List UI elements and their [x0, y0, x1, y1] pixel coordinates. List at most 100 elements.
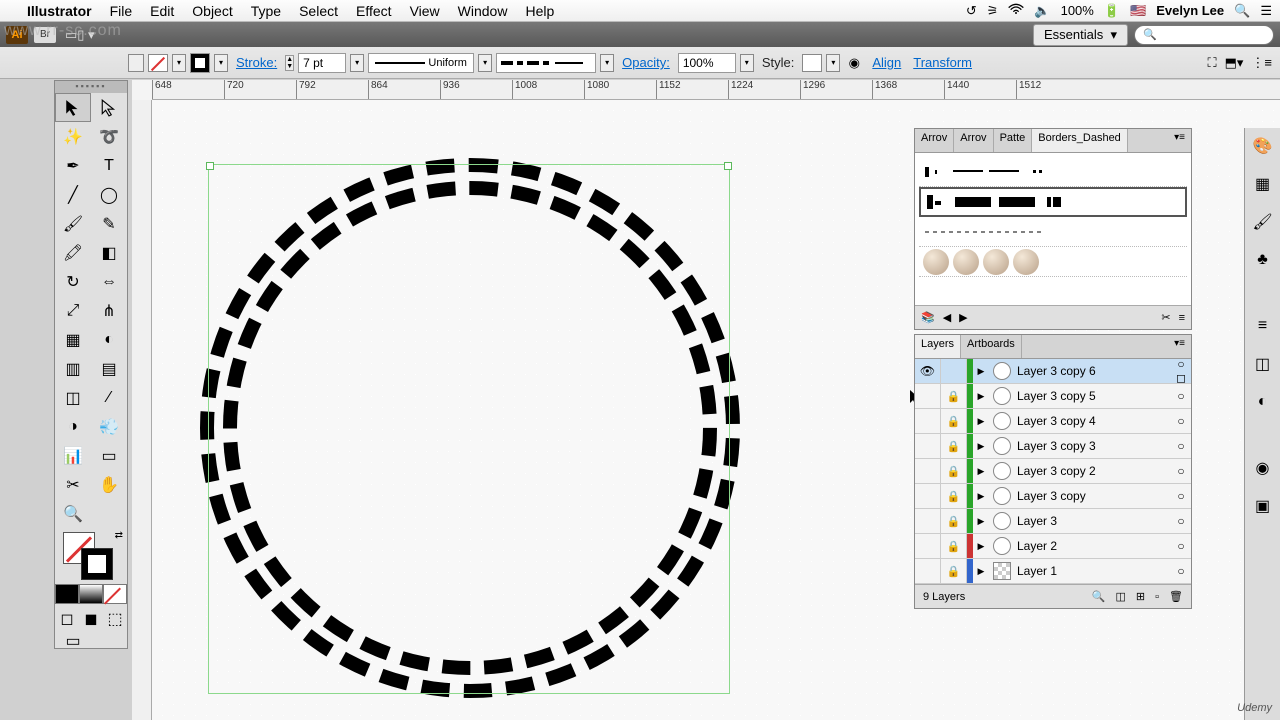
fill-stroke-control[interactable]: ⇄: [55, 528, 127, 584]
panel-menu-icon[interactable]: ▾≡: [1168, 335, 1191, 358]
pen-tool[interactable]: ✒: [55, 151, 91, 180]
lasso-tool[interactable]: ➰: [91, 122, 127, 151]
user-name[interactable]: Evelyn Lee: [1156, 3, 1224, 18]
more-icon[interactable]: ⋮≡: [1251, 55, 1272, 71]
new-sublayer-icon[interactable]: ⊞: [1136, 590, 1145, 603]
brush-next-icon[interactable]: ▶: [959, 311, 967, 324]
disclosure-icon[interactable]: ▶: [973, 416, 989, 427]
target-icon[interactable]: ○: [1171, 514, 1191, 528]
disclosure-icon[interactable]: ▶: [973, 566, 989, 577]
history-icon[interactable]: ↺: [966, 3, 977, 19]
transparency-panel-icon[interactable]: ◐: [1253, 392, 1273, 412]
visibility-toggle[interactable]: [915, 434, 941, 458]
panel-menu2-icon[interactable]: ≡: [1179, 312, 1185, 324]
menu-help[interactable]: Help: [516, 3, 563, 19]
layer-name[interactable]: Layer 3 copy 3: [1015, 439, 1171, 453]
stroke-swatch[interactable]: [190, 53, 210, 73]
brush-list[interactable]: [915, 153, 1191, 305]
bluetooth-icon[interactable]: ⚞: [987, 3, 999, 19]
visibility-toggle[interactable]: [915, 459, 941, 483]
menu-view[interactable]: View: [401, 3, 449, 19]
lock-toggle[interactable]: 🔒: [941, 384, 967, 408]
tab-arrow1[interactable]: Arrov: [915, 129, 954, 152]
tab-borders-dashed[interactable]: Borders_Dashed: [1032, 129, 1128, 152]
symbol-sprayer-tool[interactable]: 💨: [91, 412, 127, 441]
style-swatch[interactable]: [802, 54, 822, 72]
color-mode-solid[interactable]: [55, 584, 79, 604]
magic-wand-tool[interactable]: ✨: [55, 122, 91, 151]
stroke-label[interactable]: Stroke:: [232, 55, 281, 70]
target-icon[interactable]: ○: [1171, 539, 1191, 553]
panel-menu-icon[interactable]: ▾≡: [1168, 129, 1191, 152]
visibility-toggle[interactable]: [915, 509, 941, 533]
lock-toggle[interactable]: 🔒: [941, 534, 967, 558]
transform-link[interactable]: Transform: [909, 55, 976, 70]
layer-name[interactable]: Layer 2: [1015, 539, 1171, 553]
layer-row[interactable]: 🔒▶Layer 3○: [915, 509, 1191, 534]
tab-artboards[interactable]: Artboards: [961, 335, 1022, 358]
screen-mode[interactable]: ▭: [55, 626, 91, 655]
layer-row[interactable]: 🔒▶Layer 3 copy 2○: [915, 459, 1191, 484]
rotate-tool[interactable]: ↻: [55, 267, 91, 296]
perspective-tool[interactable]: ▥: [55, 354, 91, 383]
stroke-indicator[interactable]: [81, 548, 113, 580]
free-transform-tool[interactable]: ▦: [55, 325, 91, 354]
layer-name[interactable]: Layer 3 copy 4: [1015, 414, 1171, 428]
brush-row-selected[interactable]: [919, 187, 1187, 217]
menu-select[interactable]: Select: [290, 3, 347, 19]
visibility-toggle[interactable]: [915, 559, 941, 583]
layer-name[interactable]: Layer 3 copy 6: [1015, 364, 1171, 378]
disclosure-icon[interactable]: ▶: [973, 391, 989, 402]
brush-row[interactable]: [919, 247, 1187, 277]
layer-row[interactable]: 🔒▶Layer 1○: [915, 559, 1191, 584]
shape-builder-tool[interactable]: ◐: [91, 325, 127, 354]
menu-file[interactable]: File: [101, 3, 142, 19]
ruler-horizontal[interactable]: 6487207928649361008108011521224129613681…: [152, 80, 1280, 100]
appearance-panel-icon[interactable]: ◉: [1253, 458, 1273, 478]
search-input[interactable]: [1134, 25, 1274, 45]
disclosure-icon[interactable]: ▶: [973, 516, 989, 527]
direct-selection-tool[interactable]: [91, 93, 127, 122]
target-icon[interactable]: ○ ◻: [1171, 357, 1191, 385]
layer-name[interactable]: Layer 1: [1015, 564, 1171, 578]
locate-icon[interactable]: 🔍: [1092, 590, 1106, 603]
layer-row[interactable]: 🔒▶Layer 3 copy○: [915, 484, 1191, 509]
layer-row[interactable]: 🔒▶Layer 3 copy 5○: [915, 384, 1191, 409]
isolate-icon[interactable]: ⛶: [1207, 55, 1216, 71]
zoom-tool[interactable]: 🔍: [55, 499, 91, 528]
graphic-styles-panel-icon[interactable]: ▣: [1253, 496, 1273, 516]
lock-toggle[interactable]: [941, 359, 967, 383]
slice-tool[interactable]: ✂: [55, 470, 91, 499]
brush-row[interactable]: [919, 157, 1187, 187]
hand-tool[interactable]: ✋: [91, 470, 127, 499]
layer-name[interactable]: Layer 3 copy: [1015, 489, 1171, 503]
new-layer-icon[interactable]: ▫: [1155, 591, 1159, 603]
recolor-icon[interactable]: ◉: [844, 55, 864, 71]
artboard-tool[interactable]: ▭: [91, 441, 127, 470]
menu-effect[interactable]: Effect: [347, 3, 401, 19]
lock-toggle[interactable]: 🔒: [941, 459, 967, 483]
width-tool[interactable]: ⋔: [91, 296, 127, 325]
layer-row[interactable]: 🔒▶Layer 3 copy 4○: [915, 409, 1191, 434]
visibility-toggle[interactable]: [915, 409, 941, 433]
disclosure-icon[interactable]: ▶: [973, 466, 989, 477]
profile-select[interactable]: Uniform: [368, 53, 474, 73]
gradient-tool[interactable]: ◫: [55, 383, 91, 412]
gradient-panel-icon[interactable]: ◫: [1253, 354, 1273, 374]
lock-toggle[interactable]: 🔒: [941, 434, 967, 458]
target-icon[interactable]: ○: [1171, 489, 1191, 503]
swap-icon[interactable]: ⇄: [115, 530, 123, 541]
opacity-input[interactable]: [678, 53, 736, 73]
line-tool[interactable]: ╱: [55, 180, 91, 209]
ruler-vertical[interactable]: [132, 100, 152, 720]
panel-grip[interactable]: ▪▪▪▪▪▪: [55, 81, 127, 93]
color-mode-gradient[interactable]: [79, 584, 103, 604]
menu-type[interactable]: Type: [242, 3, 290, 19]
blend-tool[interactable]: ◑: [55, 412, 91, 441]
stroke-weight-input[interactable]: [298, 53, 346, 73]
brush-remove-icon[interactable]: ✂: [1161, 311, 1170, 324]
stroke-up[interactable]: ▲: [286, 56, 293, 63]
align-link[interactable]: Align: [868, 55, 905, 70]
layer-row[interactable]: 🔒▶Layer 3 copy 3○: [915, 434, 1191, 459]
stroke-panel-icon[interactable]: ≡: [1253, 316, 1273, 336]
